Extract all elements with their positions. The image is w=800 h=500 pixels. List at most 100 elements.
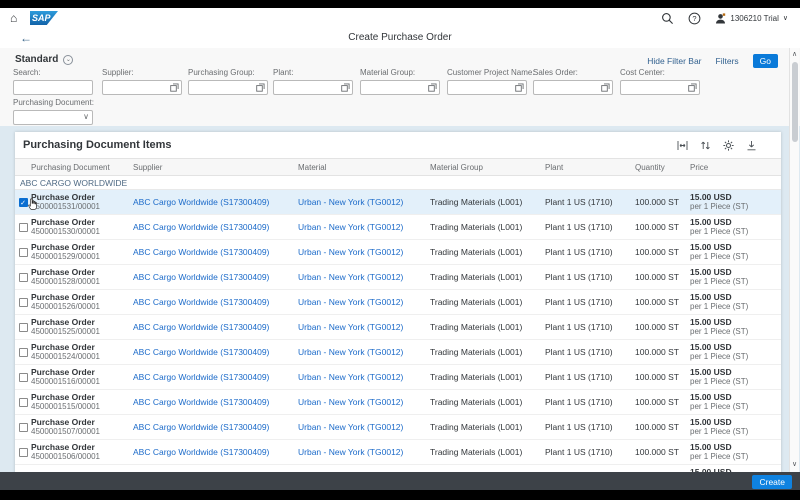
table-row[interactable]: Purchase Order4500001529/00001ABC Cargo …: [15, 240, 781, 265]
filters-button[interactable]: Filters: [716, 56, 739, 66]
column-header-4[interactable]: Plant: [545, 163, 635, 172]
supplier-link[interactable]: ABC Cargo Worldwide (S17300409): [133, 447, 298, 457]
row-checkbox[interactable]: [19, 423, 28, 432]
value-help-icon[interactable]: [428, 83, 437, 92]
material-link[interactable]: Urban - New York (TG0012): [298, 222, 430, 232]
material-link[interactable]: Urban - New York (TG0012): [298, 397, 430, 407]
variant-dropdown-icon[interactable]: ⌄: [63, 55, 73, 65]
supplier-link[interactable]: ABC Cargo Worldwide (S17300409): [133, 372, 298, 382]
row-checkbox[interactable]: [19, 248, 28, 257]
material-link[interactable]: Urban - New York (TG0012): [298, 372, 430, 382]
sort-icon[interactable]: [700, 140, 711, 151]
value-help-icon[interactable]: [256, 83, 265, 92]
value-help-icon[interactable]: [688, 83, 697, 92]
material-group-cell: Trading Materials (L001): [430, 297, 545, 307]
export-icon[interactable]: [746, 140, 757, 151]
row-checkbox[interactable]: [19, 398, 28, 407]
row-checkbox[interactable]: [19, 348, 28, 357]
price-unit: per 1 Piece (ST): [690, 202, 781, 212]
filter-input-customer-project-name[interactable]: [447, 80, 527, 95]
table-row[interactable]: Purchase Order4500001515/00001ABC Cargo …: [15, 390, 781, 415]
supplier-link[interactable]: ABC Cargo Worldwide (S17300409): [133, 247, 298, 257]
quantity-cell: 100.000 ST: [635, 347, 690, 357]
table-row[interactable]: Purchase Order4500001530/00001ABC Cargo …: [15, 215, 781, 240]
sap-logo[interactable]: SAP: [30, 11, 58, 25]
material-link[interactable]: Urban - New York (TG0012): [298, 247, 430, 257]
column-header-1[interactable]: Supplier: [133, 163, 298, 172]
shell-bar: ⌂ SAP ? 1306210 Trial ∨: [0, 8, 800, 29]
material-link[interactable]: Urban - New York (TG0012): [298, 272, 430, 282]
vertical-scrollbar[interactable]: ∧ ∨: [789, 48, 799, 472]
filter-label: Purchasing Document:: [13, 98, 93, 107]
material-link[interactable]: Urban - New York (TG0012): [298, 422, 430, 432]
go-button[interactable]: Go: [753, 54, 778, 68]
price-amount: 15.00 USD: [690, 267, 781, 277]
settings-icon[interactable]: [723, 140, 734, 151]
row-checkbox[interactable]: [19, 298, 28, 307]
supplier-link[interactable]: ABC Cargo Worldwide (S17300409): [133, 297, 298, 307]
material-link[interactable]: Urban - New York (TG0012): [298, 347, 430, 357]
material-link[interactable]: Urban - New York (TG0012): [298, 197, 430, 207]
scroll-down-icon[interactable]: ∨: [790, 460, 799, 468]
supplier-link[interactable]: ABC Cargo Worldwide (S17300409): [133, 197, 298, 207]
table-row[interactable]: Purchase Order4500001507/00001ABC Cargo …: [15, 415, 781, 440]
supplier-link[interactable]: ABC Cargo Worldwide (S17300409): [133, 347, 298, 357]
price-amount: 15.00 USD: [690, 392, 781, 402]
value-help-icon[interactable]: [341, 83, 350, 92]
table-row[interactable]: Purchase Order4500001528/00001ABC Cargo …: [15, 265, 781, 290]
column-width-icon[interactable]: [677, 140, 688, 151]
filter-input-search[interactable]: [13, 80, 93, 95]
table-row[interactable]: Purchase Order4500001506/00001ABC Cargo …: [15, 440, 781, 465]
row-checkbox[interactable]: [19, 448, 28, 457]
user-menu[interactable]: 1306210 Trial ∨: [715, 13, 788, 24]
filter-input-plant[interactable]: [273, 80, 353, 95]
filter-input-sales-order[interactable]: [533, 80, 613, 95]
value-help-icon[interactable]: [170, 83, 179, 92]
table-row[interactable]: Purchase Order4500001524/00001ABC Cargo …: [15, 340, 781, 365]
row-checkbox[interactable]: [19, 373, 28, 382]
supplier-link[interactable]: ABC Cargo Worldwide (S17300409): [133, 322, 298, 332]
row-checkbox[interactable]: [19, 323, 28, 332]
document-number: 4500001525/00001: [31, 327, 133, 337]
table-row[interactable]: Purchase Order4500001516/00001ABC Cargo …: [15, 365, 781, 390]
table-row[interactable]: Purchase Order4500001525/00001ABC Cargo …: [15, 315, 781, 340]
search-icon[interactable]: [661, 12, 674, 25]
create-button[interactable]: Create: [752, 475, 792, 489]
plant-cell: Plant 1 US (1710): [545, 222, 635, 232]
column-header-3[interactable]: Material Group: [430, 163, 545, 172]
scroll-up-icon[interactable]: ∧: [790, 50, 799, 58]
filter-input-supplier[interactable]: [102, 80, 182, 95]
purchasing-document-cell: Purchase Order4500001524/00001: [31, 342, 133, 362]
plant-cell: Plant 1 US (1710): [545, 272, 635, 282]
column-header-0[interactable]: Purchasing Document: [31, 163, 133, 172]
filter-input-material-group[interactable]: [360, 80, 440, 95]
supplier-link[interactable]: ABC Cargo Worldwide (S17300409): [133, 422, 298, 432]
value-help-icon[interactable]: [515, 83, 524, 92]
purchasing-document-select[interactable]: ∨: [13, 110, 93, 125]
table-row[interactable]: ✓Purchase Order4500001531/00001ABC Cargo…: [15, 190, 781, 215]
help-icon[interactable]: ?: [688, 12, 701, 25]
filter-input-purchasing-group[interactable]: [188, 80, 268, 95]
row-checkbox[interactable]: [19, 223, 28, 232]
material-link[interactable]: Urban - New York (TG0012): [298, 447, 430, 457]
supplier-link[interactable]: ABC Cargo Worldwide (S17300409): [133, 222, 298, 232]
plant-cell: Plant 1 US (1710): [545, 397, 635, 407]
row-checkbox[interactable]: ✓: [19, 198, 28, 207]
value-help-icon[interactable]: [601, 83, 610, 92]
filter-label: Customer Project Name:: [447, 68, 527, 77]
home-icon[interactable]: ⌂: [10, 11, 17, 25]
column-header-6[interactable]: Price: [690, 163, 781, 172]
material-link[interactable]: Urban - New York (TG0012): [298, 297, 430, 307]
scrollbar-thumb[interactable]: [792, 62, 798, 142]
column-header-5[interactable]: Quantity: [635, 163, 690, 172]
supplier-link[interactable]: ABC Cargo Worldwide (S17300409): [133, 272, 298, 282]
table-row[interactable]: Purchase Order4500001526/00001ABC Cargo …: [15, 290, 781, 315]
supplier-link[interactable]: ABC Cargo Worldwide (S17300409): [133, 397, 298, 407]
filter-input-cost-center[interactable]: [620, 80, 700, 95]
purchasing-document-cell: Purchase Order4500001525/00001: [31, 317, 133, 337]
material-link[interactable]: Urban - New York (TG0012): [298, 322, 430, 332]
variant-selector[interactable]: Standard ⌄: [15, 54, 73, 65]
column-header-2[interactable]: Material: [298, 163, 430, 172]
row-checkbox[interactable]: [19, 273, 28, 282]
hide-filter-bar-button[interactable]: Hide Filter Bar: [647, 56, 701, 66]
